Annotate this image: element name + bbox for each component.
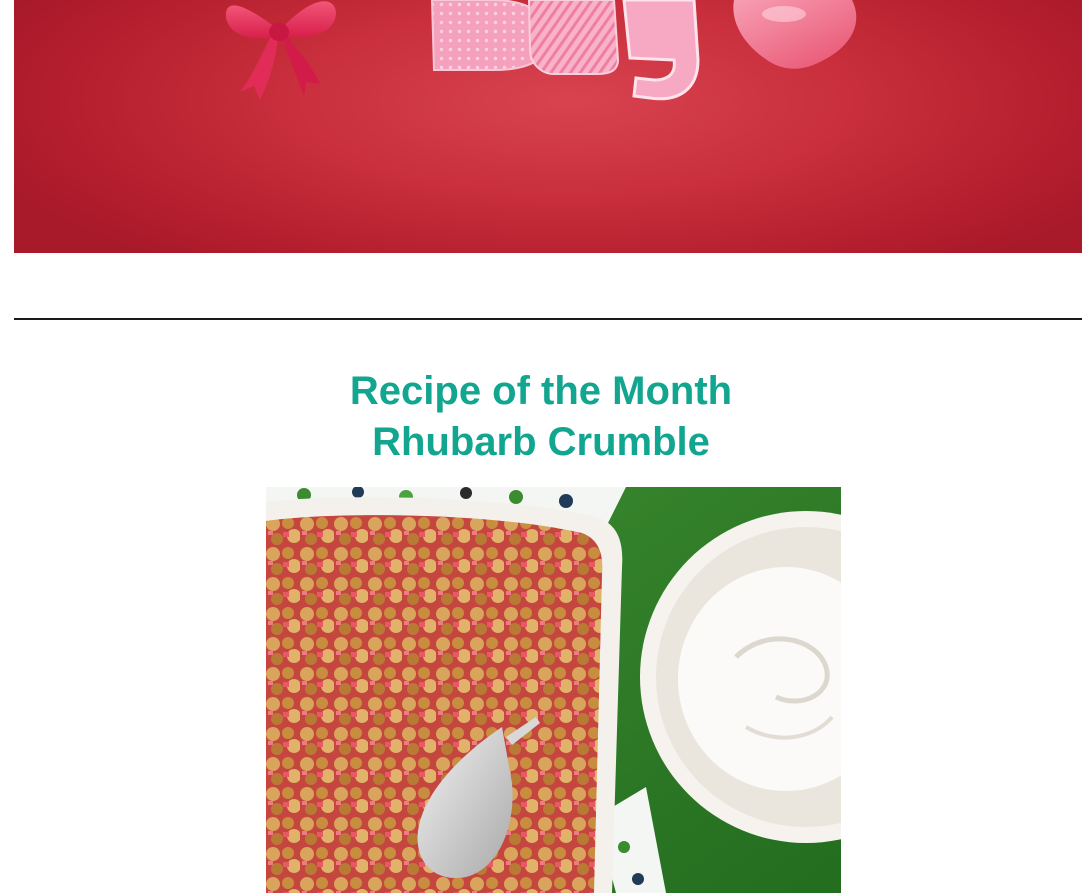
ribbon-bow-icon (225, 1, 336, 100)
valentines-day-banner (14, 0, 1082, 253)
rhubarb-crumble-photo (266, 487, 841, 893)
banner-illustration (225, 0, 857, 101)
section-divider (14, 318, 1082, 320)
crumble-illustration (266, 487, 841, 893)
heart-icon (714, 0, 857, 69)
recipe-heading: Recipe of the Month Rhubarb Crumble (0, 366, 1082, 468)
recipe-title: Rhubarb Crumble (372, 420, 710, 464)
day-lettering (430, 0, 700, 101)
recipe-heading-line1: Recipe of the Month (349, 369, 733, 413)
newsletter-page: Recipe of the Month Rhubarb Crumble (0, 0, 1082, 893)
